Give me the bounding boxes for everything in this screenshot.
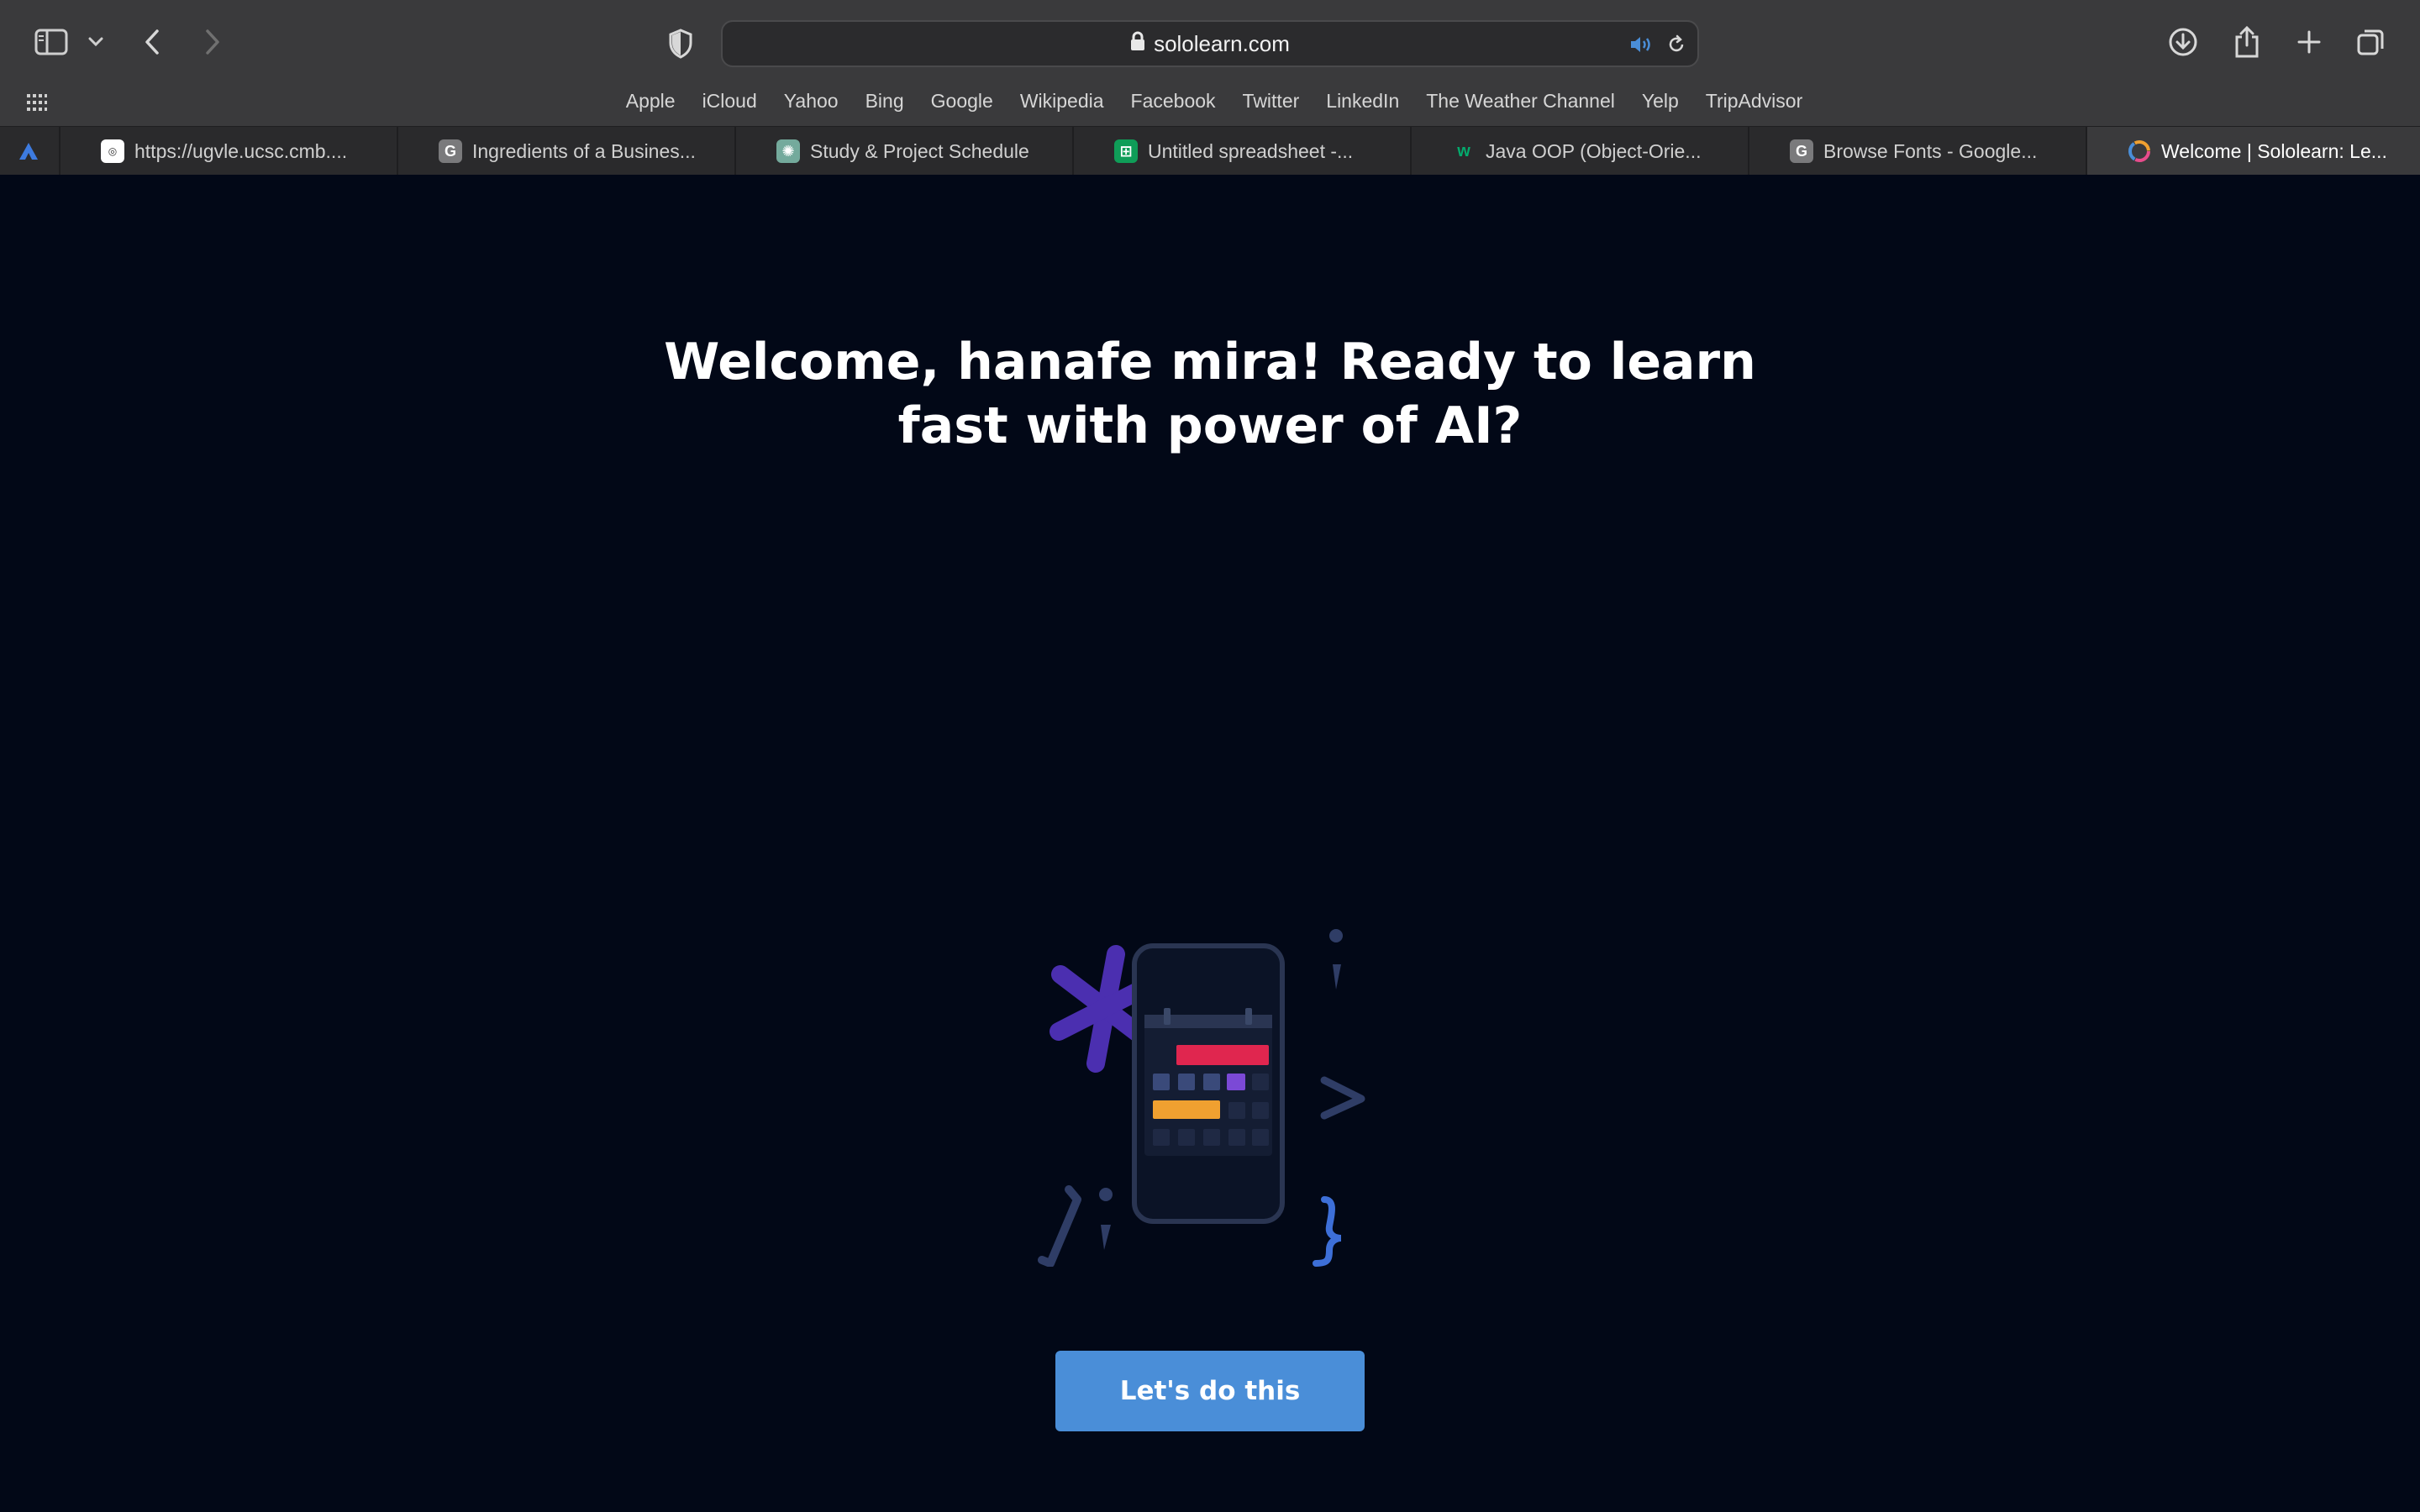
tab-title: Ingredients of a Busines... [472,139,696,162]
lets-do-this-button[interactable]: Let's do this [1055,1351,1365,1431]
favorite-apple[interactable]: Apple [626,90,676,113]
favorite-tripadvisor[interactable]: TripAdvisor [1706,90,1802,113]
page-title: Welcome, hanafe mira! Ready to learn fas… [664,333,1756,455]
g-letter-favicon: G [1790,139,1813,163]
url-text: sololearn.com [1154,30,1290,56]
tab-ingredients[interactable]: G Ingredients of a Busines... [397,127,734,176]
tab-browse-fonts[interactable]: G Browse Fonts - Google... [1748,127,2086,176]
pinned-tab-icon[interactable] [15,139,42,164]
privacy-shield-icon[interactable] [664,27,697,60]
tab-bar: ◎ https://ugvle.ucsc.cmb.... G Ingredien… [0,126,2420,176]
chevron-down-icon[interactable] [86,32,106,52]
sololearn-favicon [2128,139,2151,163]
favorite-yahoo[interactable]: Yahoo [784,90,839,113]
w3schools-favicon: w [1457,141,1470,160]
tab-ugvle[interactable]: ◎ https://ugvle.ucsc.cmb.... [59,127,397,176]
greater-than-decoration [1320,1076,1365,1120]
welcome-page: Welcome, hanafe mira! Ready to learn fas… [0,175,2420,1512]
g-letter-favicon: G [439,139,462,163]
reload-icon[interactable] [1664,32,1689,57]
downloads-icon[interactable] [2166,25,2200,59]
browser-toolbar: sololearn.com [0,0,2420,84]
tab-title: Study & Project Schedule [810,139,1029,162]
favorite-icloud[interactable]: iCloud [702,90,757,113]
chatgpt-favicon: ✺ [776,139,800,163]
favorite-wikipedia[interactable]: Wikipedia [1020,90,1104,113]
back-icon[interactable] [139,25,165,59]
tab-title: Untitled spreadsheet -... [1148,139,1354,162]
address-bar[interactable]: sololearn.com [721,20,1699,67]
favorite-bing[interactable]: Bing [865,90,904,113]
tab-study-schedule[interactable]: ✺ Study & Project Schedule [734,127,1072,176]
semicolon-decoration [1329,929,1343,990]
tab-title: Welcome | Sololearn: Le... [2161,139,2387,162]
tab-title: Java OOP (Object-Orie... [1486,139,1702,162]
calendar-event-orange [1153,1100,1220,1119]
favorite-google[interactable]: Google [931,90,993,113]
lock-icon [1130,31,1145,57]
tab-title: https://ugvle.ucsc.cmb.... [134,139,348,162]
sidebar-toggle-icon[interactable] [34,27,69,57]
tab-overview-icon[interactable] [2354,25,2388,59]
tab-title: Browse Fonts - Google... [1823,139,2038,162]
favorite-linkedin[interactable]: LinkedIn [1326,90,1399,113]
browser-chrome: sololearn.com Apple iCloud Yahoo Bing Go… [0,0,2420,176]
new-tab-icon[interactable] [2292,25,2326,59]
ucsc-favicon: ◎ [101,139,124,163]
calendar-phone-illustration [992,746,1378,1268]
favorite-facebook[interactable]: Facebook [1131,90,1216,113]
favorite-weather-channel[interactable]: The Weather Channel [1426,90,1615,113]
favorites-bar: Apple iCloud Yahoo Bing Google Wikipedia… [0,84,2420,126]
tab-java-oop[interactable]: w Java OOP (Object-Orie... [1410,127,1748,176]
slash-decoration [1038,1185,1081,1268]
forward-icon[interactable] [200,25,225,59]
curly-brace-decoration [1313,1196,1342,1267]
favorite-yelp[interactable]: Yelp [1642,90,1679,113]
tab-spreadsheet[interactable]: ⊞ Untitled spreadsheet -... [1072,127,1410,176]
favorite-twitter[interactable]: Twitter [1243,90,1300,113]
share-icon[interactable] [2230,24,2264,60]
calendar-event-red [1176,1045,1269,1065]
semicolon-decoration-bottom [1099,1188,1113,1250]
sheets-favicon: ⊞ [1114,139,1138,163]
tab-sololearn[interactable]: Welcome | Sololearn: Le... [2086,127,2420,176]
audio-playing-icon[interactable] [1628,32,1654,57]
